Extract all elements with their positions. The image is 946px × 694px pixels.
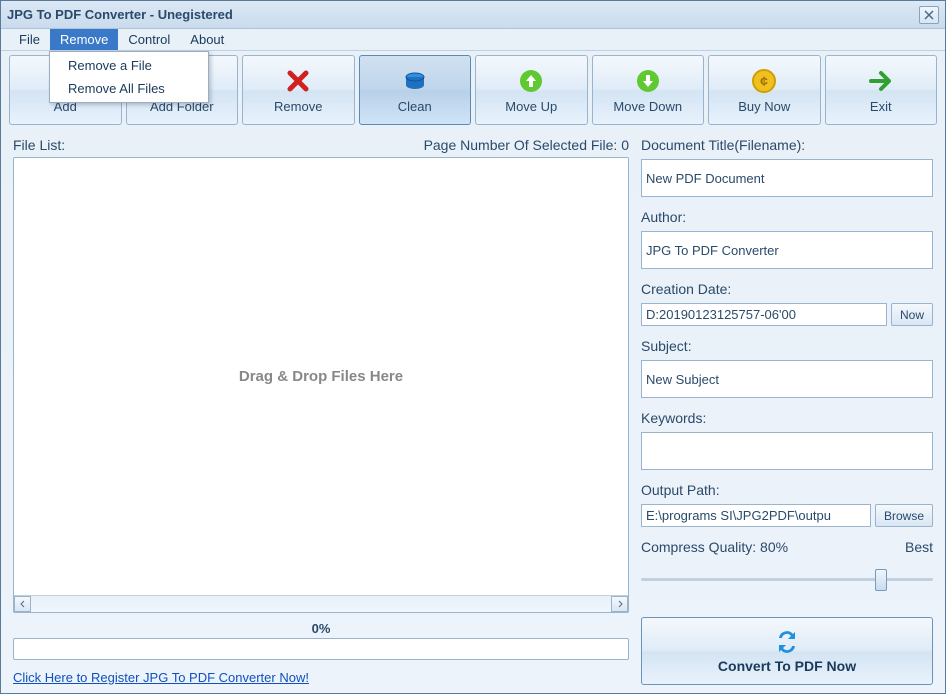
window-title: JPG To PDF Converter - Unegistered bbox=[7, 7, 919, 22]
move-down-button[interactable]: Move Down bbox=[592, 55, 705, 125]
page-number-label: Page Number Of Selected File: 0 bbox=[424, 137, 629, 153]
move-up-label: Move Up bbox=[505, 99, 557, 114]
close-icon bbox=[924, 10, 934, 20]
buy-now-label: Buy Now bbox=[738, 99, 790, 114]
register-link[interactable]: Click Here to Register JPG To PDF Conver… bbox=[13, 670, 629, 685]
up-icon bbox=[517, 67, 545, 95]
menubar: File Remove Control About Remove a File … bbox=[1, 29, 945, 51]
menu-about[interactable]: About bbox=[180, 29, 234, 50]
quality-label: Compress Quality: 80% bbox=[641, 539, 788, 555]
author-label: Author: bbox=[641, 209, 933, 225]
menu-file[interactable]: File bbox=[9, 29, 50, 50]
remove-button[interactable]: Remove bbox=[242, 55, 355, 125]
move-up-button[interactable]: Move Up bbox=[475, 55, 588, 125]
slider-thumb[interactable] bbox=[875, 569, 887, 591]
progress-bar bbox=[13, 638, 629, 660]
date-input[interactable] bbox=[641, 303, 887, 326]
keywords-input[interactable] bbox=[641, 432, 933, 470]
svg-text:¢: ¢ bbox=[760, 73, 768, 89]
convert-label: Convert To PDF Now bbox=[718, 658, 856, 674]
content-area: File List: Page Number Of Selected File:… bbox=[1, 129, 945, 693]
slider-track bbox=[641, 578, 933, 581]
titlebar: JPG To PDF Converter - Unegistered bbox=[1, 1, 945, 29]
output-input[interactable] bbox=[641, 504, 871, 527]
now-button[interactable]: Now bbox=[891, 303, 933, 326]
progress-text: 0% bbox=[13, 621, 629, 636]
right-column: Document Title(Filename): Author: Creati… bbox=[641, 137, 933, 685]
buy-now-button[interactable]: ¢ Buy Now bbox=[708, 55, 821, 125]
app-window: JPG To PDF Converter - Unegistered File … bbox=[0, 0, 946, 694]
exit-label: Exit bbox=[870, 99, 892, 114]
dropzone-text: Drag & Drop Files Here bbox=[14, 158, 628, 595]
convert-icon bbox=[773, 628, 801, 656]
clean-button[interactable]: Clean bbox=[359, 55, 472, 125]
author-input[interactable] bbox=[641, 231, 933, 269]
quality-slider[interactable] bbox=[641, 567, 933, 593]
menu-control[interactable]: Control bbox=[118, 29, 180, 50]
down-icon bbox=[634, 67, 662, 95]
remove-label: Remove bbox=[274, 99, 322, 114]
close-button[interactable] bbox=[919, 6, 939, 24]
date-label: Creation Date: bbox=[641, 281, 933, 297]
exit-button[interactable]: Exit bbox=[825, 55, 938, 125]
coin-icon: ¢ bbox=[750, 67, 778, 95]
left-column: File List: Page Number Of Selected File:… bbox=[13, 137, 629, 685]
subject-label: Subject: bbox=[641, 338, 933, 354]
output-label: Output Path: bbox=[641, 482, 933, 498]
chevron-right-icon bbox=[616, 600, 624, 608]
convert-button[interactable]: Convert To PDF Now bbox=[641, 617, 933, 685]
x-icon bbox=[284, 67, 312, 95]
subject-input[interactable] bbox=[641, 360, 933, 398]
keywords-label: Keywords: bbox=[641, 410, 933, 426]
title-input[interactable] bbox=[641, 159, 933, 197]
exit-icon bbox=[867, 67, 895, 95]
dropdown-remove-all[interactable]: Remove All Files bbox=[52, 77, 206, 100]
clean-label: Clean bbox=[398, 99, 432, 114]
move-down-label: Move Down bbox=[613, 99, 682, 114]
remove-dropdown: Remove a File Remove All Files bbox=[49, 51, 209, 103]
scroll-left-button[interactable] bbox=[14, 596, 31, 612]
menu-remove[interactable]: Remove bbox=[50, 29, 118, 50]
browse-button[interactable]: Browse bbox=[875, 504, 933, 527]
title-label: Document Title(Filename): bbox=[641, 137, 933, 153]
clean-icon bbox=[401, 67, 429, 95]
file-list-label: File List: bbox=[13, 137, 65, 153]
scroll-track[interactable] bbox=[31, 596, 611, 612]
file-list[interactable]: Drag & Drop Files Here bbox=[13, 157, 629, 613]
quality-best-label: Best bbox=[905, 539, 933, 555]
dropdown-remove-file[interactable]: Remove a File bbox=[52, 54, 206, 77]
horizontal-scrollbar[interactable] bbox=[14, 595, 628, 612]
chevron-left-icon bbox=[19, 600, 27, 608]
scroll-right-button[interactable] bbox=[611, 596, 628, 612]
